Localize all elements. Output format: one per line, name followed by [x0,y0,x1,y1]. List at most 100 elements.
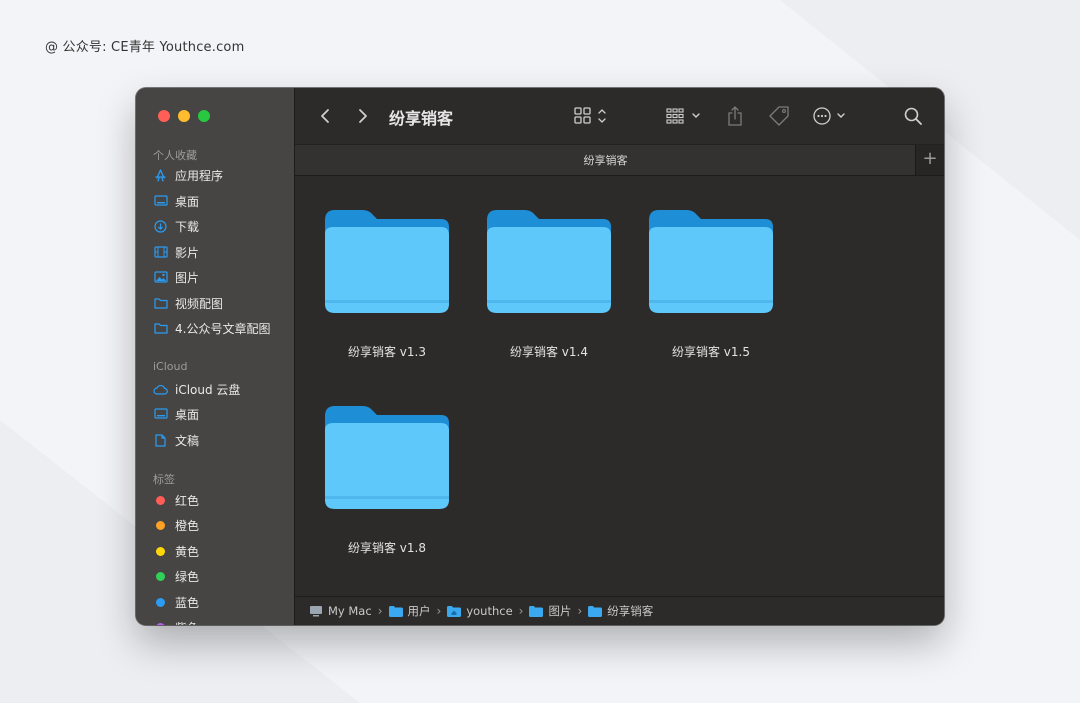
sidebar-item-label: 影片 [175,245,200,260]
close-button[interactable] [158,110,170,122]
film-icon [153,245,168,260]
path-item-my-mac[interactable]: My Mac [309,604,372,618]
sidebar-item-label: 应用程序 [175,168,224,183]
sidebar-item-label: 黄色 [175,544,200,559]
sidebar-item-label: 视频配图 [175,296,224,311]
sidebar-tag-blue[interactable]: 蓝色 [153,592,199,612]
folder-icon [325,210,449,313]
folder-name: 纷享销客 v1.5 [671,345,750,359]
folder-icon [388,605,403,617]
view-mode-button[interactable] [571,105,611,127]
icon-view-grid-icon [574,107,606,124]
tag-dot-icon [156,597,165,607]
folder-item[interactable]: 纷享销客 v1.4 [474,208,624,360]
tag-dot-icon [156,622,165,625]
path-bar: My Mac › 用户 › youthce › 图片 › 纷享销客 [295,596,944,625]
new-tab-button[interactable]: + [915,145,944,175]
sidebar-item-downloads[interactable]: 下载 [153,216,199,236]
path-item-label: youthce [466,604,513,618]
folder-icon [153,296,168,311]
share-icon [728,106,742,126]
folder-icon [529,605,544,617]
tag-dot-icon [156,571,165,581]
photo-icon [153,270,168,285]
sidebar-item-label: 绿色 [175,569,200,584]
document-icon [153,433,168,448]
back-button[interactable] [315,106,335,126]
sidebar-item-label: 下载 [175,219,200,234]
sidebar-item-icloud-desktop[interactable]: 桌面 [153,404,199,424]
tab-active[interactable]: 纷享销客 [295,152,916,168]
home-folder-icon [447,605,462,617]
favorites-heading: 个人收藏 [153,149,197,162]
computer-icon [309,605,323,617]
sidebar: 个人收藏 应用程序 桌面 下载 影片 图片 视频配图 4.公众号文章配图 iCl… [136,88,295,625]
sidebar-item-pictures[interactable]: 图片 [153,267,199,287]
forward-button[interactable] [353,106,373,126]
folder-icon [649,210,773,313]
path-item-label: My Mac [328,604,372,618]
path-item-label: 纷享销客 [607,604,654,618]
zoom-button[interactable] [198,110,210,122]
path-item-current[interactable]: 纷享销客 [588,603,653,619]
sidebar-item-label: iCloud 云盘 [175,382,241,397]
sidebar-item-label: 红色 [175,493,200,508]
sidebar-item-label: 4.公众号文章配图 [175,321,271,336]
sidebar-tag-yellow[interactable]: 黄色 [153,541,199,561]
sidebar-item-article-images[interactable]: 4.公众号文章配图 [153,318,270,338]
sidebar-tag-green[interactable]: 绿色 [153,566,199,586]
group-grid-icon [666,108,700,124]
toolbar: 纷享销客 [295,88,944,144]
folder-icon [325,406,449,509]
tags-heading: 标签 [153,473,175,486]
path-item-pictures[interactable]: 图片 [529,603,571,619]
window-title: 纷享销客 [389,109,454,128]
folder-icon [153,321,168,336]
path-separator-icon: › [436,604,442,618]
path-item-label: 用户 [407,604,431,618]
tag-dot-icon [156,520,165,530]
window-controls [158,110,210,122]
icloud-heading: iCloud [153,360,188,373]
sidebar-item-label: 桌面 [175,407,200,422]
more-actions-button[interactable] [812,105,852,127]
folder-item[interactable]: 纷享销客 v1.8 [312,404,462,556]
tag-dot-icon [156,495,165,505]
sidebar-item-video-images[interactable]: 视频配图 [153,293,223,313]
folder-name: 纷享销客 v1.4 [509,345,588,359]
chevron-right-icon [359,109,367,123]
minimize-button[interactable] [178,110,190,122]
finder-window: 个人收藏 应用程序 桌面 下载 影片 图片 视频配图 4.公众号文章配图 iCl… [136,88,944,625]
sidebar-tag-orange[interactable]: 橙色 [153,515,199,535]
path-item-users[interactable]: 用户 [388,603,431,619]
path-separator-icon: › [377,604,383,618]
folder-item[interactable]: 纷享销客 v1.3 [312,208,462,360]
path-item-label: 图片 [548,604,572,618]
chevron-left-icon [321,109,329,123]
cloud-icon [153,382,168,397]
sidebar-item-label: 文稿 [175,433,200,448]
ellipsis-circle-icon [813,107,845,125]
sidebar-item-label: 蓝色 [175,595,200,610]
sidebar-tag-red[interactable]: 红色 [153,490,199,510]
sidebar-item-desktop[interactable]: 桌面 [153,191,199,211]
sidebar-item-applications[interactable]: 应用程序 [153,165,223,185]
search-icon [904,107,922,125]
sidebar-tag-purple[interactable]: 紫色 [153,617,199,625]
sidebar-item-label: 桌面 [175,194,200,209]
group-button[interactable] [665,105,705,127]
tag-button[interactable] [767,105,791,127]
sidebar-item-documents[interactable]: 文稿 [153,430,199,450]
sidebar-item-label: 紫色 [175,619,199,626]
path-separator-icon: › [577,604,583,618]
tag-dot-icon [156,546,165,556]
desktop-icon [153,407,168,422]
folder-item[interactable]: 纷享销客 v1.5 [636,208,786,360]
sidebar-item-movies[interactable]: 影片 [153,242,199,262]
folder-icon [487,210,611,313]
main-content: 纷享销客 纷享销客 + 纷享销客 v1.3 纷享销客 v1.4 纷享销客 v1.… [295,88,944,625]
path-item-home[interactable]: youthce [447,604,513,618]
sidebar-item-icloud-drive[interactable]: iCloud 云盘 [153,379,240,399]
search-button[interactable] [902,105,924,127]
share-button[interactable] [725,104,745,128]
